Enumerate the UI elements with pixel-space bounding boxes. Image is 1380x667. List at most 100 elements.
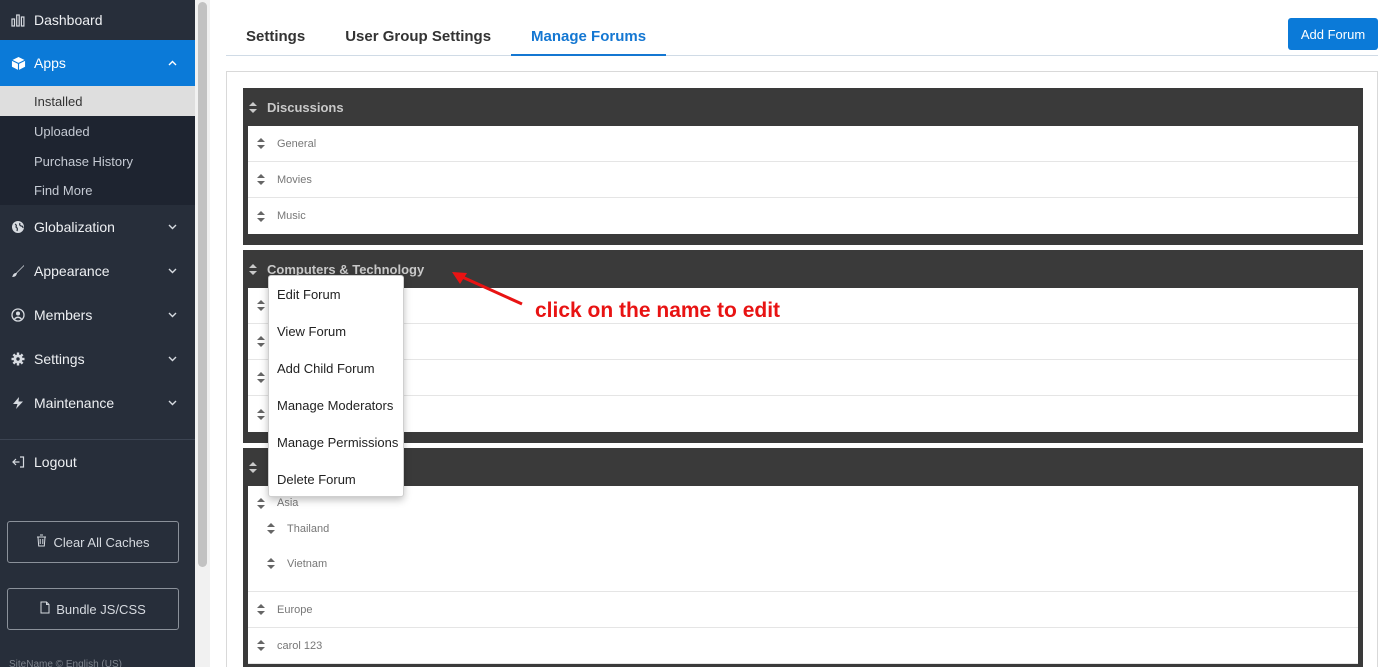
sidebar: Dashboard Apps Installed Uploaded Purcha… [0,0,195,667]
nav-label: Maintenance [34,395,115,411]
forum-name[interactable]: Music [277,210,306,222]
logout-icon [9,453,27,471]
sub-item-purchase-history[interactable]: Purchase History [0,146,195,176]
tab-user-group-settings[interactable]: User Group Settings [325,18,511,55]
nav-label: Dashboard [34,12,103,28]
nav-settings[interactable]: Settings [0,337,195,381]
chart-icon [9,11,27,29]
chevron-up-icon [167,58,177,68]
forum-actions-dropdown: Edit Forum View Forum Add Child Forum Ma… [268,275,404,497]
tab-bar: Settings User Group Settings Manage Foru… [226,18,1378,56]
chevron-down-icon [167,266,177,276]
clear-caches-label: Clear All Caches [53,534,150,550]
sort-icon[interactable] [249,101,257,113]
forum-row: Europe [248,592,1358,628]
sub-forum-row: Vietnam [257,546,327,581]
nav-members[interactable]: Members [0,293,195,337]
nav-label: Apps [34,55,66,71]
forum-list: Asia Thailand Vietnam Europe carol 123 [248,486,1358,664]
globe-icon [9,218,27,236]
annotation-text: click on the name to edit [535,299,781,322]
sub-item-find-more[interactable]: Find More [0,176,195,205]
sort-icon[interactable] [267,523,275,534]
sort-icon[interactable] [257,138,265,149]
nav-maintenance[interactable]: Maintenance [0,381,195,425]
category-name[interactable]: Discussions [267,100,344,115]
forum-row: Asia Thailand Vietnam [248,486,1358,592]
sort-icon[interactable] [249,461,257,473]
tab-settings[interactable]: Settings [226,18,325,55]
chevron-down-icon [167,222,177,232]
chevron-down-icon [167,354,177,364]
sort-icon[interactable] [257,640,265,651]
sort-icon[interactable] [249,263,257,275]
nav-label: Settings [34,351,85,367]
forum-row-head: Asia [257,497,298,509]
menu-item-delete-forum[interactable]: Delete Forum [269,461,403,498]
trash-icon [36,534,47,550]
category-discussions: Discussions General Movies Music [243,88,1363,245]
sort-icon[interactable] [257,604,265,615]
scrollbar-thumb[interactable] [198,2,207,567]
file-icon [40,601,50,617]
forum-row: carol 123 [248,628,1358,664]
menu-item-manage-permissions[interactable]: Manage Permissions [269,424,403,461]
forum-list [248,288,1358,432]
apps-submenu: Installed Uploaded Purchase History Find… [0,86,195,205]
sort-icon[interactable] [257,408,265,420]
nav-label: Logout [34,454,77,470]
nav-logout[interactable]: Logout [0,440,195,484]
sort-icon[interactable] [257,497,265,509]
chevron-down-icon [167,310,177,320]
category-regions: Asia Thailand Vietnam Europe carol 123 [243,448,1363,667]
nav-label: Globalization [34,219,115,235]
add-forum-button[interactable]: Add Forum [1288,18,1378,50]
forum-row: Movies [248,162,1358,198]
sub-item-uploaded[interactable]: Uploaded [0,116,195,146]
forum-row: General [248,126,1358,162]
menu-item-edit-forum[interactable]: Edit Forum [269,276,403,313]
bundle-label: Bundle JS/CSS [56,601,146,617]
menu-item-view-forum[interactable]: View Forum [269,313,403,350]
chevron-down-icon [167,398,177,408]
category-header: Discussions [243,88,1363,126]
sub-forum-row: Thailand [257,511,329,546]
forum-row [248,324,1358,360]
sort-icon[interactable] [267,558,275,569]
forum-row: Music [248,198,1358,234]
forum-name[interactable]: Asia [277,497,298,509]
clear-caches-button[interactable]: Clear All Caches [7,521,179,563]
bundle-button[interactable]: Bundle JS/CSS [7,588,179,630]
sort-icon[interactable] [257,336,265,347]
sort-icon[interactable] [257,300,265,311]
sub-forum-name[interactable]: Vietnam [287,558,327,570]
forum-name[interactable]: carol 123 [277,640,322,652]
user-icon [9,306,27,324]
forum-name[interactable]: Europe [277,604,312,616]
nav-appearance[interactable]: Appearance [0,249,195,293]
forum-list: General Movies Music [248,126,1358,234]
nav-apps[interactable]: Apps [0,40,195,86]
annotation-arrow-icon [452,272,523,306]
gear-icon [9,350,27,368]
nav-label: Appearance [34,263,110,279]
brush-icon [9,262,27,280]
forum-name[interactable]: Movies [277,174,312,186]
cube-icon [9,54,27,72]
menu-item-manage-moderators[interactable]: Manage Moderators [269,387,403,424]
nav-globalization[interactable]: Globalization [0,205,195,249]
nav-dashboard[interactable]: Dashboard [0,0,195,40]
sub-item-installed[interactable]: Installed [0,86,195,116]
nav-label: Members [34,307,93,323]
sort-icon[interactable] [257,174,265,185]
sort-icon[interactable] [257,210,265,222]
sort-icon[interactable] [257,372,265,383]
forum-row [248,396,1358,432]
sub-forum-name[interactable]: Thailand [287,523,329,535]
forum-name[interactable]: General [277,138,316,150]
forum-row [248,288,1358,324]
menu-item-add-child-forum[interactable]: Add Child Forum [269,350,403,387]
tab-manage-forums[interactable]: Manage Forums [511,18,667,56]
category-computers-technology: Computers & Technology [243,250,1363,443]
sidebar-footer: SiteName © English (US) [9,659,122,667]
